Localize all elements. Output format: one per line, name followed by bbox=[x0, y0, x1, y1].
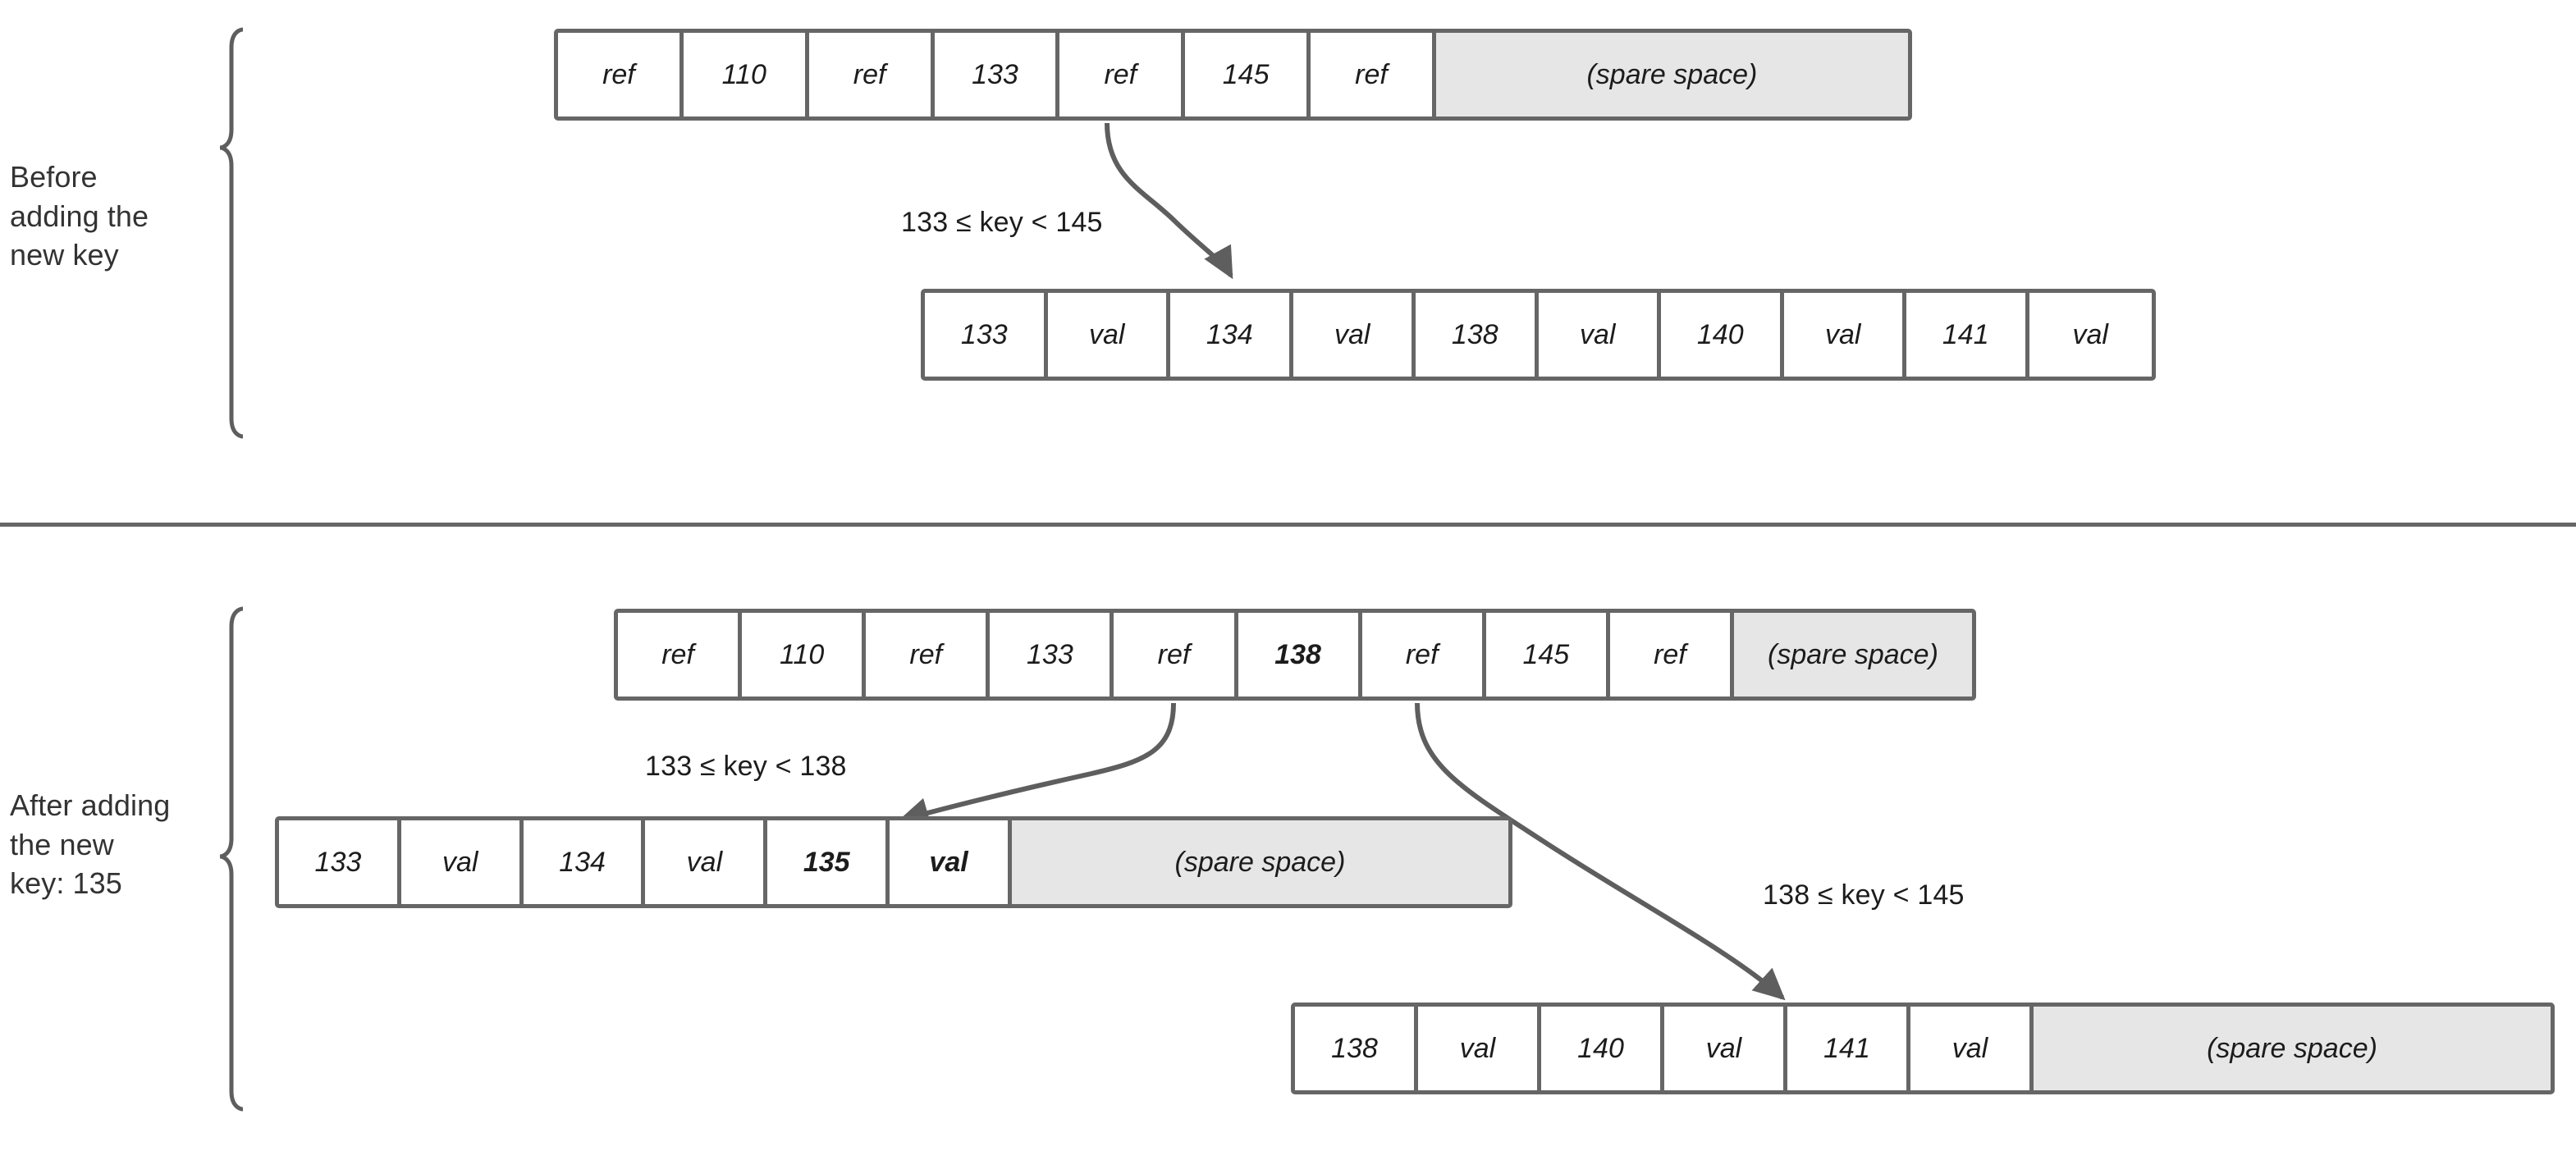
after-left-leaf-cell-0-key: 133 bbox=[279, 820, 401, 904]
before-leaf-cell-9-val: val bbox=[2029, 293, 2152, 377]
before-leaf-cell-1-val: val bbox=[1047, 293, 1170, 377]
before-leaf-cell-0-key: 133 bbox=[925, 293, 1048, 377]
before-leaf-cell-5-val: val bbox=[1538, 293, 1661, 377]
after-root-cell-0-ref: ref bbox=[618, 613, 743, 697]
before-leaf-cell-4-key: 138 bbox=[1416, 293, 1539, 377]
before-root-cell-1-key: 110 bbox=[683, 33, 809, 116]
before-root-cell-7-spare: (spare space) bbox=[1435, 33, 1908, 116]
section-label-after: After adding the new key: 135 bbox=[10, 788, 171, 901]
after-right-leaf-cell-2-key: 140 bbox=[1541, 1007, 1664, 1090]
before-root-cell-2-ref: ref bbox=[808, 33, 935, 116]
after-right-leaf-cell-0-key: 138 bbox=[1295, 1007, 1418, 1090]
after-right-leaf-cell-6-spare: (spare space) bbox=[2034, 1007, 2551, 1090]
after-right-leaf-cell-1-val: val bbox=[1418, 1007, 1541, 1090]
after-root-cell-5-key: 138 bbox=[1238, 613, 1362, 697]
before-root-cell-4-ref: ref bbox=[1059, 33, 1186, 116]
section-divider bbox=[0, 523, 2576, 527]
after-root-cell-2-ref: ref bbox=[866, 613, 991, 697]
edge-label-before: 133 ≤ key < 145 bbox=[901, 207, 1103, 238]
after-root-cell-6-ref: ref bbox=[1361, 613, 1486, 697]
before-root-cell-3-key: 133 bbox=[934, 33, 1060, 116]
before-root-node: ref 110 ref 133 ref 145 ref (spare space) bbox=[554, 29, 1912, 121]
before-leaf-cell-3-val: val bbox=[1293, 293, 1416, 377]
edge-label-after-right: 138 ≤ key < 145 bbox=[1763, 879, 1965, 911]
before-leaf-cell-6-key: 140 bbox=[1661, 293, 1784, 377]
after-root-cell-4-ref: ref bbox=[1114, 613, 1238, 697]
connector-after-root-to-left-leaf bbox=[897, 702, 1176, 828]
after-right-leaf-node: 138 val 140 val 141 val (spare space) bbox=[1291, 1003, 2555, 1094]
after-right-leaf-cell-4-key: 141 bbox=[1787, 1007, 1910, 1090]
after-left-leaf-cell-5-val: val bbox=[890, 820, 1012, 904]
after-left-leaf-cell-1-val: val bbox=[400, 820, 524, 904]
before-root-cell-0-ref: ref bbox=[558, 33, 684, 116]
after-root-cell-8-ref: ref bbox=[1609, 613, 1734, 697]
after-left-leaf-cell-6-spare: (spare space) bbox=[1011, 820, 1508, 904]
before-leaf-node: 133 val 134 val 138 val 140 val 141 val bbox=[921, 289, 2156, 381]
before-root-cell-6-ref: ref bbox=[1311, 33, 1436, 116]
brace-before bbox=[219, 27, 244, 439]
after-right-leaf-cell-5-val: val bbox=[1910, 1007, 2034, 1090]
after-root-cell-3-key: 133 bbox=[990, 613, 1114, 697]
after-left-leaf-node: 133 val 134 val 135 val (spare space) bbox=[275, 816, 1512, 908]
before-leaf-cell-7-val: val bbox=[1783, 293, 1906, 377]
diagram-canvas: Before adding the new key ref 110 ref 133 re… bbox=[0, 0, 2576, 1151]
before-leaf-cell-2-key: 134 bbox=[1170, 293, 1293, 377]
brace-after bbox=[219, 606, 244, 1112]
after-left-leaf-cell-4-key: 135 bbox=[767, 820, 890, 904]
connector-layer bbox=[219, 27, 1786, 1112]
after-root-cell-9-spare: (spare space) bbox=[1733, 613, 1972, 697]
after-right-leaf-cell-3-val: val bbox=[1664, 1007, 1787, 1090]
before-root-cell-5-key: 145 bbox=[1185, 33, 1311, 116]
connector-before-root-to-leaf bbox=[1105, 122, 1233, 280]
section-label-before: Before adding the new key bbox=[10, 160, 149, 272]
after-left-leaf-cell-2-key: 134 bbox=[523, 820, 646, 904]
after-root-node: ref 110 ref 133 ref 138 ref 145 ref (spare space) bbox=[614, 609, 1976, 701]
after-root-cell-7-key: 145 bbox=[1485, 613, 1610, 697]
after-root-cell-1-key: 110 bbox=[742, 613, 867, 697]
after-left-leaf-cell-3-val: val bbox=[645, 820, 768, 904]
before-leaf-cell-8-key: 141 bbox=[1906, 293, 2029, 377]
edge-label-after-left: 133 ≤ key < 138 bbox=[645, 751, 847, 782]
